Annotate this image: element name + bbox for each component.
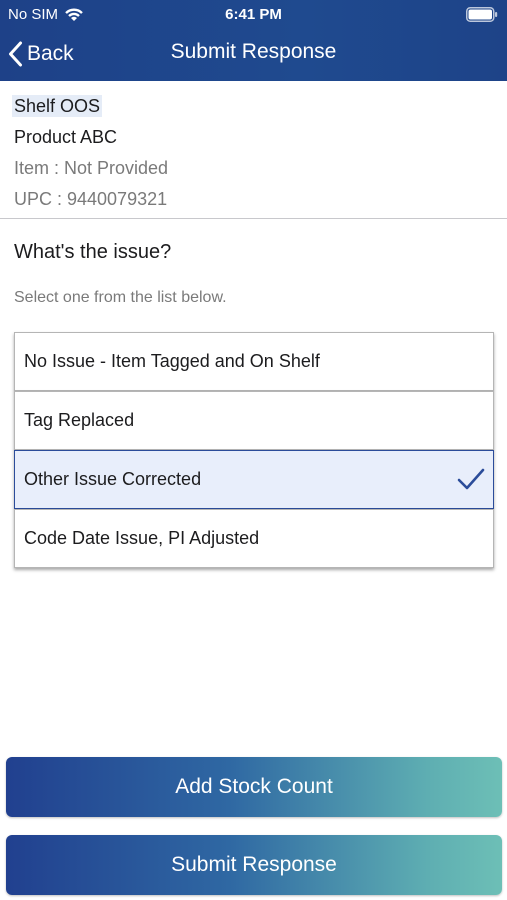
question-title: What's the issue? [14, 241, 172, 263]
navigation-bar: No SIM 6:41 PM Back Submit Response [0, 0, 507, 81]
section-divider [0, 218, 507, 219]
option-no-issue[interactable]: No Issue - Item Tagged and On Shelf [14, 332, 494, 391]
option-label: Other Issue Corrected [24, 469, 202, 489]
option-label: No Issue - Item Tagged and On Shelf [24, 351, 320, 371]
upc-number: UPC : 9440079321 [14, 189, 168, 209]
option-label: Tag Replaced [24, 410, 135, 430]
category-label: Shelf OOS [12, 95, 103, 117]
add-stock-count-label: Add Stock Count [175, 775, 333, 798]
category-line: Shelf OOS [12, 93, 494, 124]
submit-response-label: Submit Response [171, 853, 337, 876]
status-bar: No SIM 6:41 PM [0, 0, 507, 28]
battery-icon [466, 7, 498, 22]
submit-response-button[interactable]: Submit Response [6, 835, 502, 895]
item-info: Shelf OOS Product ABC Item : Not Provide… [12, 93, 494, 217]
option-label: Code Date Issue, PI Adjusted [24, 528, 260, 548]
option-code-date-issue[interactable]: Code Date Issue, PI Adjusted [14, 509, 494, 568]
status-time: 6:41 PM [225, 6, 282, 23]
issue-options-list: No Issue - Item Tagged and On Shelf Tag … [14, 332, 494, 568]
question-hint: Select one from the list below. [14, 289, 227, 306]
product-name: Product ABC [14, 127, 118, 147]
checkmark-icon [457, 468, 485, 490]
option-tag-replaced[interactable]: Tag Replaced [14, 391, 494, 450]
page-title: Submit Response [170, 40, 337, 63]
option-other-issue-corrected[interactable]: Other Issue Corrected [14, 450, 494, 509]
item-number: Item : Not Provided [14, 158, 169, 178]
add-stock-count-button[interactable]: Add Stock Count [6, 757, 502, 817]
